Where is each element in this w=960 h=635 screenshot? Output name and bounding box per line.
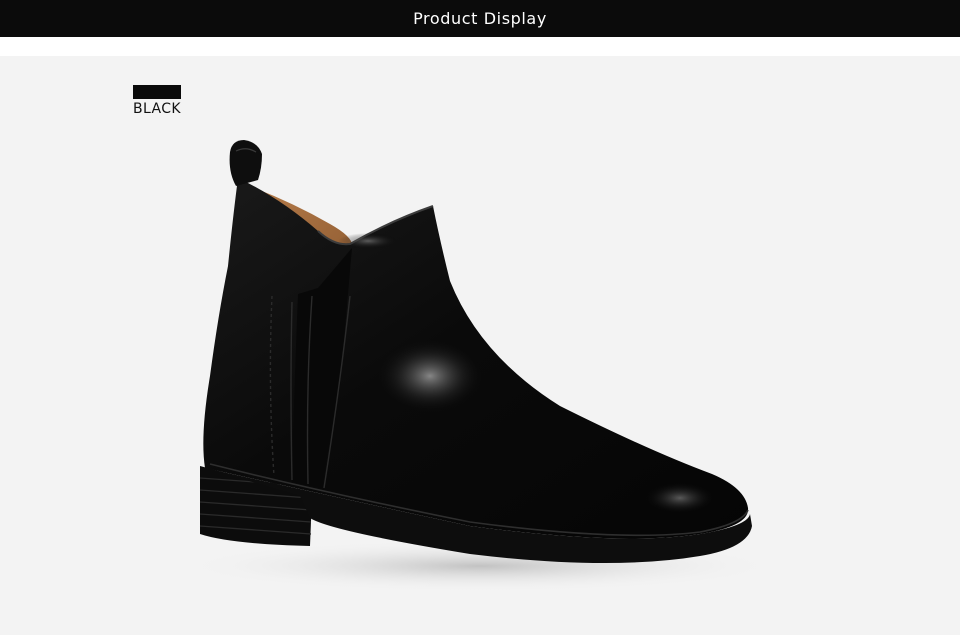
header-spacer [0,37,960,56]
header-bar: Product Display [0,0,960,37]
product-display-area: BLACK [0,56,960,635]
boot-shine [375,338,485,414]
page-title: Product Display [413,9,547,28]
boot-pull-tab [229,140,262,186]
boot-product-image [180,140,780,592]
